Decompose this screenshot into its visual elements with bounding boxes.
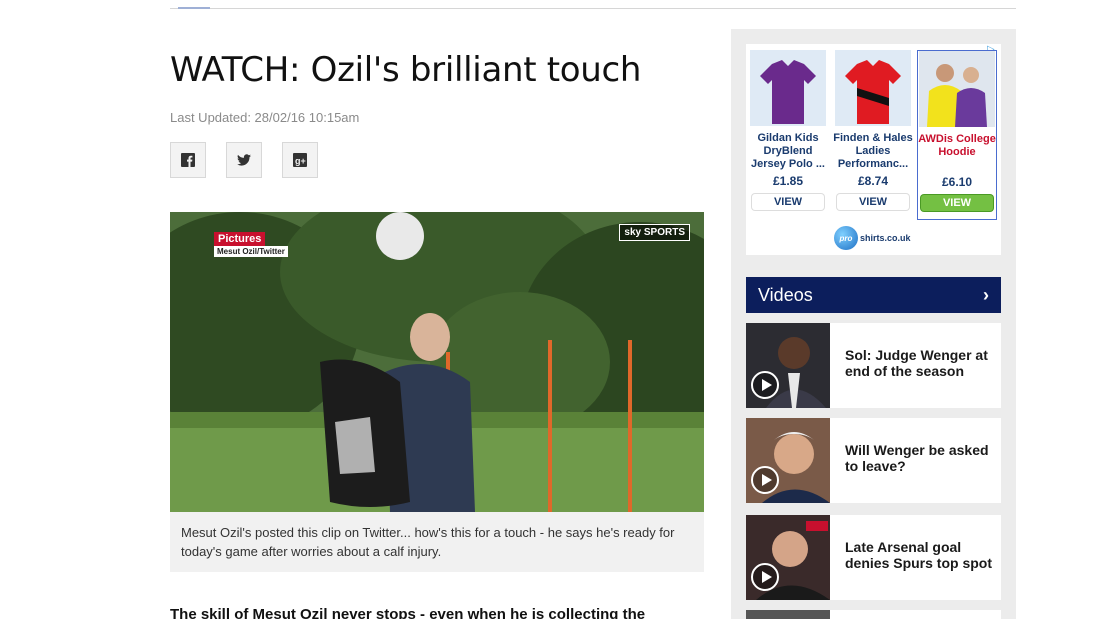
google-plus-share-button[interactable]: g+	[282, 142, 318, 178]
article-body-first-line: The skill of Mesut Ozil never stops - ev…	[170, 606, 646, 619]
ad-view-button[interactable]: VIEW	[921, 195, 993, 211]
ad-product-price: £1.85	[772, 174, 804, 188]
video-thumbnail	[746, 323, 830, 408]
chevron-right-icon: ›	[983, 284, 989, 305]
video-frame	[170, 212, 704, 512]
ad-product-price: £8.74	[857, 174, 889, 188]
ad-view-button[interactable]: VIEW	[752, 194, 824, 210]
video-thumbnail	[746, 610, 830, 619]
ad-product-3[interactable]: AWDis College Hoodie £6.10 VIEW	[917, 50, 997, 220]
advertiser-logo-mark: pro	[834, 226, 858, 250]
svg-text:g+: g+	[295, 156, 306, 166]
videos-section-header[interactable]: Videos ›	[746, 277, 1001, 313]
play-icon	[751, 563, 779, 591]
videos-heading: Videos	[758, 284, 813, 305]
ad-product-name: Finden & Hales Ladies Performanc...	[833, 132, 913, 170]
facebook-share-button[interactable]	[170, 142, 206, 178]
play-icon	[751, 466, 779, 494]
video-title: Will Wenger be asked to leave?	[845, 442, 989, 474]
article-title: WATCH: Ozil's brilliant touch	[170, 50, 642, 90]
twitter-share-button[interactable]	[226, 142, 262, 178]
video-player[interactable]: Pictures Mesut Ozil/Twitter sky SPORTS	[170, 212, 704, 512]
ad-product-price: £6.10	[941, 175, 973, 189]
video-thumbnail	[746, 515, 830, 600]
ad-product-2[interactable]: Finden & Hales Ladies Performanc... £8.7…	[833, 50, 913, 220]
ad-product-1[interactable]: Gildan Kids DryBlend Jersey Polo ... £1.…	[748, 50, 828, 220]
pictures-label: Pictures	[214, 232, 266, 246]
ad-product-name: Gildan Kids DryBlend Jersey Polo ...	[751, 132, 825, 170]
last-updated: Last Updated: 28/02/16 10:15am	[170, 110, 360, 125]
video-list-item[interactable]	[746, 610, 1001, 619]
ad-product-image	[750, 50, 826, 126]
video-title: Sol: Judge Wenger at end of the season	[845, 347, 988, 379]
play-icon	[751, 371, 779, 399]
ad-product-image	[919, 51, 995, 127]
advertiser-logo-text: shirts.co.uk	[860, 233, 911, 243]
video-list-item[interactable]: Will Wenger be asked to leave?	[746, 418, 1001, 503]
advert-block[interactable]: ▷ Gildan Kids DryBlend Jersey Polo ... £…	[746, 44, 1001, 255]
ad-product-image	[835, 50, 911, 126]
ad-view-button[interactable]: VIEW	[837, 194, 909, 210]
video-list-item[interactable]: Sol: Judge Wenger at end of the season	[746, 323, 1001, 408]
ad-product-name: AWDis College Hoodie	[918, 133, 996, 158]
video-caption: Mesut Ozil's posted this clip on Twitter…	[170, 512, 704, 572]
facebook-icon	[181, 153, 195, 167]
google-plus-icon: g+	[293, 153, 307, 167]
top-nav-bar	[170, 0, 1016, 9]
video-list-item[interactable]: Late Arsenal goal denies Spurs top spot	[746, 515, 1001, 600]
share-buttons: g+	[170, 142, 318, 178]
advertiser-logo[interactable]: pro shirts.co.uk	[834, 226, 911, 250]
video-thumbnail	[746, 418, 830, 503]
sky-sports-logo: sky SPORTS	[619, 224, 690, 241]
video-credit: Mesut Ozil/Twitter	[214, 246, 288, 257]
twitter-icon	[237, 154, 251, 166]
video-title: Late Arsenal goal denies Spurs top spot	[845, 539, 993, 571]
active-tab-indicator	[178, 7, 210, 9]
